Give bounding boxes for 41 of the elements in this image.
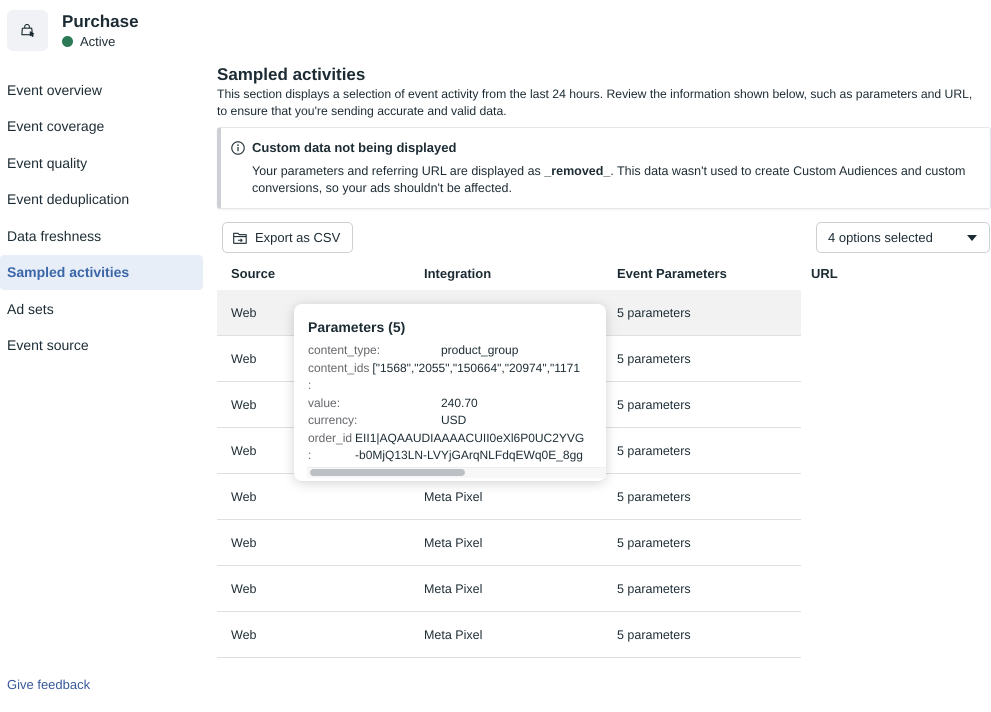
- parameter-value: product_group: [441, 342, 518, 359]
- table-cell: 5 parameters: [617, 628, 691, 642]
- column-header: Source: [231, 266, 276, 280]
- table-cell: 5 parameters: [617, 582, 691, 596]
- table-cell: 5 parameters: [617, 352, 691, 366]
- parameter-value: ["1568","2055","150664","20974","1171: [372, 360, 580, 376]
- table-cell: Web: [231, 582, 256, 596]
- table-cell: Meta Pixel: [424, 490, 482, 504]
- section-title: Sampled activities: [217, 65, 366, 85]
- tooltip-title: Parameters (5): [308, 318, 406, 337]
- parameter-value: 240.70: [441, 394, 478, 412]
- table-cell: Web: [231, 490, 256, 504]
- table-cell: Meta Pixel: [424, 582, 482, 596]
- table-cell: Web: [231, 444, 256, 458]
- column-header: Event Parameters: [617, 266, 727, 280]
- status-label: Active: [80, 34, 116, 48]
- notice-title: Custom data not being displayed: [252, 139, 458, 157]
- table-cell: 5 parameters: [617, 536, 691, 550]
- table-cell: 5 parameters: [617, 444, 691, 458]
- table-cell: 5 parameters: [617, 398, 691, 412]
- column-header: Integration: [424, 266, 492, 280]
- table-cell: 5 parameters: [617, 306, 691, 320]
- table-cell: Web: [231, 306, 256, 320]
- section-description: This section displays a selection of event activity from the last 24 hours. Review the information shown below, such as parameters and URL, to ensure that you're sending accurate and valid data.: [217, 86, 974, 120]
- parameter-key: order_id :: [308, 430, 352, 464]
- table-cell: Web: [231, 628, 256, 642]
- parameter-key: currency:: [308, 412, 438, 430]
- table-cell: Web: [231, 536, 256, 550]
- parameter-key: content_type:: [308, 342, 438, 360]
- notice-text: Your parameters and referring URL are displayed as _removed_. This data wasn't used to create Custom Audiences and custom conversions, so your ads shouldn't be affected.: [252, 163, 966, 197]
- table-cell: Web: [231, 352, 256, 366]
- parameter-value: EII1|AQAAUDIAAAACUII0eXl6P0UC2YVG -b0MjQ13LN-LVYjGArqNLFdqEWq0E_8gg: [355, 430, 584, 464]
- parameter-value: USD: [441, 412, 466, 429]
- parameter-key: content_ids :: [308, 360, 370, 394]
- table-cell: Web: [231, 398, 256, 412]
- table-cell: Meta Pixel: [424, 536, 482, 550]
- table-cell: Meta Pixel: [424, 628, 482, 642]
- parameter-key: value:: [308, 394, 438, 412]
- column-header: URL: [811, 266, 838, 280]
- event-title: Purchase: [62, 11, 139, 32]
- table-cell: 5 parameters: [617, 490, 691, 504]
